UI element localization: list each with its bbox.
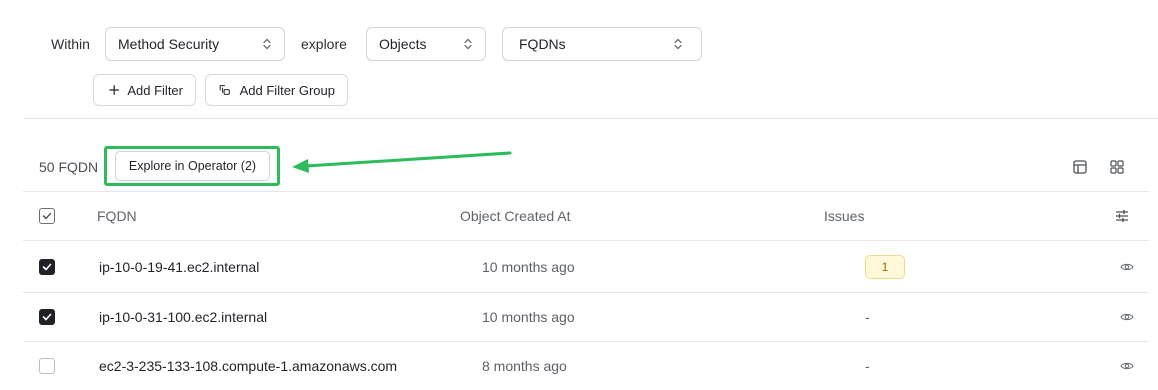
explore-select[interactable]: Objects (366, 27, 486, 61)
add-filter-label: Add Filter (127, 82, 183, 98)
column-header-issues[interactable]: Issues (824, 208, 864, 224)
created-at-cell: 10 months ago (482, 309, 575, 325)
fqdn-cell[interactable]: ip-10-0-19-41.ec2.internal (99, 259, 259, 275)
grid-view-icon[interactable] (1109, 159, 1125, 175)
add-filter-button[interactable]: Add Filter (93, 74, 196, 106)
table-view-icon[interactable] (1072, 159, 1088, 175)
within-select[interactable]: Method Security (105, 27, 285, 61)
sliders-icon[interactable] (1115, 208, 1129, 224)
object-type-select[interactable]: FQDNs (502, 27, 702, 61)
fqdn-cell[interactable]: ec2-3-235-133-108.compute-1.amazonaws.co… (99, 358, 397, 374)
table-top-border (23, 191, 1149, 192)
chevron-up-down-icon (463, 37, 473, 51)
issues-badge[interactable]: 1 (865, 255, 905, 279)
plus-icon (109, 85, 120, 95)
issues-cell: - (865, 309, 870, 325)
row-checkbox[interactable] (39, 259, 55, 275)
row-divider (23, 292, 1149, 293)
explore-in-operator-button[interactable]: Explore in Operator (2) (115, 151, 270, 181)
fqdn-cell[interactable]: ip-10-0-31-100.ec2.internal (99, 309, 267, 325)
issues-cell: - (865, 358, 870, 374)
created-at-cell: 8 months ago (482, 358, 567, 374)
row-checkbox[interactable] (39, 358, 55, 374)
table-header-border (23, 240, 1149, 241)
eye-icon[interactable] (1119, 359, 1135, 373)
explore-label: explore (301, 36, 347, 52)
explore-select-value: Objects (379, 36, 427, 52)
result-count: 50 FQDN (39, 159, 99, 175)
row-divider (23, 341, 1149, 342)
section-divider (23, 118, 1158, 119)
chevron-up-down-icon (673, 37, 683, 51)
within-select-value: Method Security (118, 36, 220, 52)
annotation-arrow (292, 151, 512, 173)
eye-icon[interactable] (1119, 260, 1135, 274)
column-header-created-at[interactable]: Object Created At (460, 208, 571, 224)
within-label: Within (51, 36, 90, 52)
column-header-fqdn[interactable]: FQDN (97, 208, 137, 224)
add-filter-group-button[interactable]: Add Filter Group (205, 74, 348, 106)
select-all-checkbox[interactable] (39, 208, 55, 224)
object-type-select-value: FQDNs (519, 36, 566, 52)
eye-icon[interactable] (1119, 310, 1135, 324)
chevron-up-down-icon (262, 37, 272, 51)
filter-group-icon (219, 85, 230, 95)
created-at-cell: 10 months ago (482, 259, 575, 275)
row-checkbox[interactable] (39, 309, 55, 325)
explore-in-operator-label: Explore in Operator (2) (128, 159, 257, 173)
add-filter-group-label: Add Filter Group (239, 82, 335, 98)
